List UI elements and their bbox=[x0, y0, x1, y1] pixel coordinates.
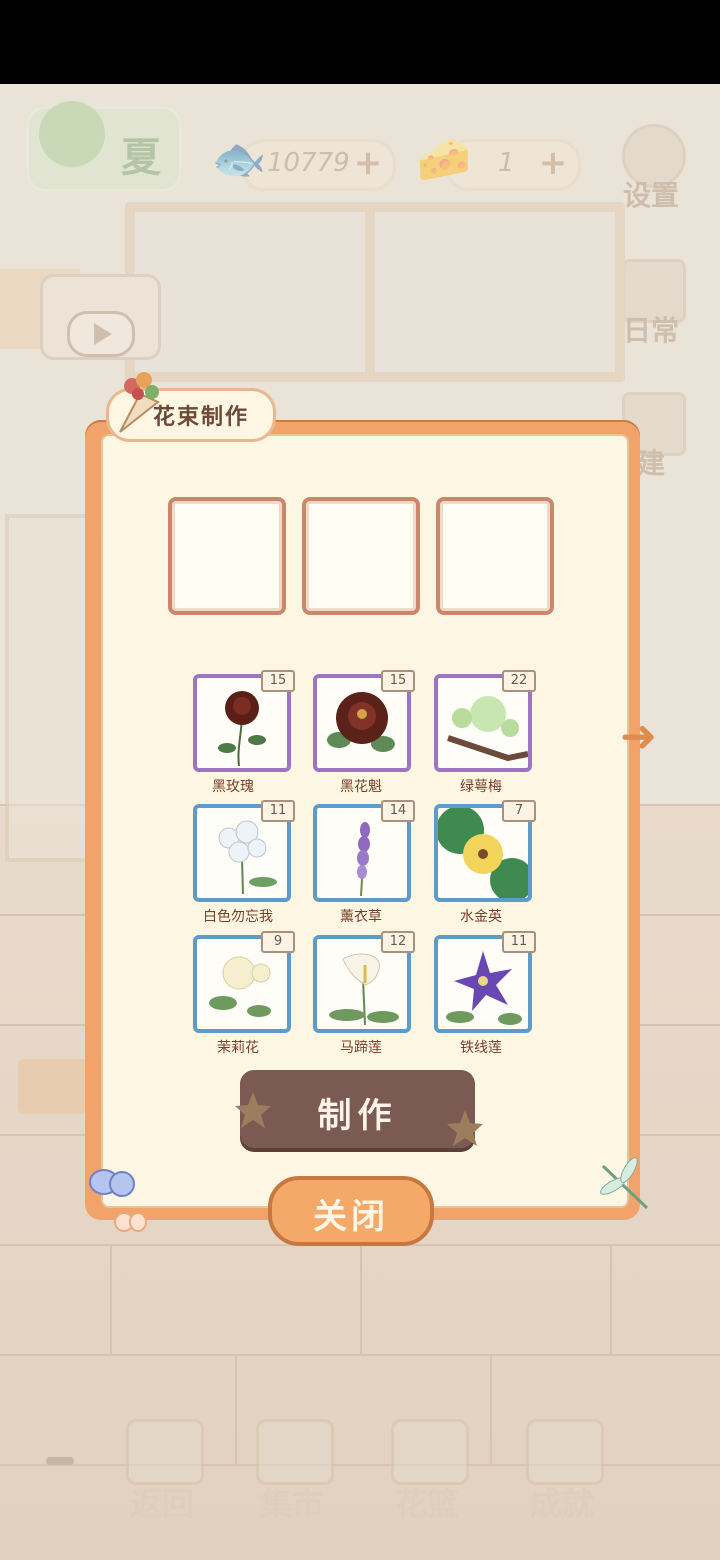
make-button-label: 制作 bbox=[317, 1096, 398, 1136]
flower-count: 12 bbox=[381, 931, 415, 953]
bouquet-slot-2[interactable] bbox=[302, 497, 420, 615]
flower-name: 水金英 bbox=[460, 909, 502, 925]
flower-count: 15 bbox=[381, 670, 415, 692]
flower-card-clematis[interactable]: 11 bbox=[434, 931, 536, 1033]
flower-name: 黑花魁 bbox=[340, 779, 382, 795]
flower-card-lavender[interactable]: 14 bbox=[313, 800, 415, 902]
bouquet-icon bbox=[119, 372, 160, 433]
flower-count: 14 bbox=[381, 800, 415, 822]
flower-name: 马蹄莲 bbox=[340, 1040, 382, 1056]
flower-count: 11 bbox=[261, 800, 295, 822]
flower-card-water-poppy[interactable]: 7 bbox=[434, 800, 536, 902]
flower-name: 绿萼梅 bbox=[460, 779, 502, 795]
flower-count: 9 bbox=[261, 931, 295, 953]
butterfly-icon bbox=[89, 1169, 147, 1232]
flower-count: 22 bbox=[502, 670, 536, 692]
arrow-right-icon[interactable]: ➜ bbox=[620, 715, 672, 759]
flower-card-calla-lily[interactable]: 12 bbox=[313, 931, 415, 1033]
flower-count: 11 bbox=[502, 931, 536, 953]
close-button-label: 关闭 bbox=[313, 1197, 389, 1237]
flower-name: 茉莉花 bbox=[217, 1040, 259, 1056]
flower-name: 白色勿忘我 bbox=[203, 909, 273, 925]
leaf-icon bbox=[447, 1110, 483, 1146]
flower-name: 铁线莲 bbox=[460, 1040, 502, 1056]
flower-name: 黑玫瑰 bbox=[212, 779, 254, 795]
flower-card-green-plum[interactable]: 22 bbox=[434, 670, 536, 772]
flower-count: 7 bbox=[502, 800, 536, 822]
flower-name: 薰衣草 bbox=[340, 909, 382, 925]
bouquet-slot-3[interactable] bbox=[436, 497, 554, 615]
status-bar bbox=[0, 0, 720, 84]
flower-card-black-rose[interactable]: 15 bbox=[193, 670, 295, 772]
close-button[interactable]: 关闭 bbox=[268, 1176, 434, 1246]
dragonfly-icon bbox=[600, 1157, 649, 1210]
flower-card-black-peony[interactable]: 15 bbox=[313, 670, 415, 772]
bouquet-slot-1[interactable] bbox=[168, 497, 286, 615]
make-bouquet-button[interactable]: 制作 bbox=[240, 1070, 475, 1148]
flower-card-white-forget-me-not[interactable]: 11 bbox=[193, 800, 295, 902]
flower-card-jasmine[interactable]: 9 bbox=[193, 931, 295, 1033]
leaf-icon bbox=[235, 1092, 271, 1128]
flower-count: 15 bbox=[261, 670, 295, 692]
